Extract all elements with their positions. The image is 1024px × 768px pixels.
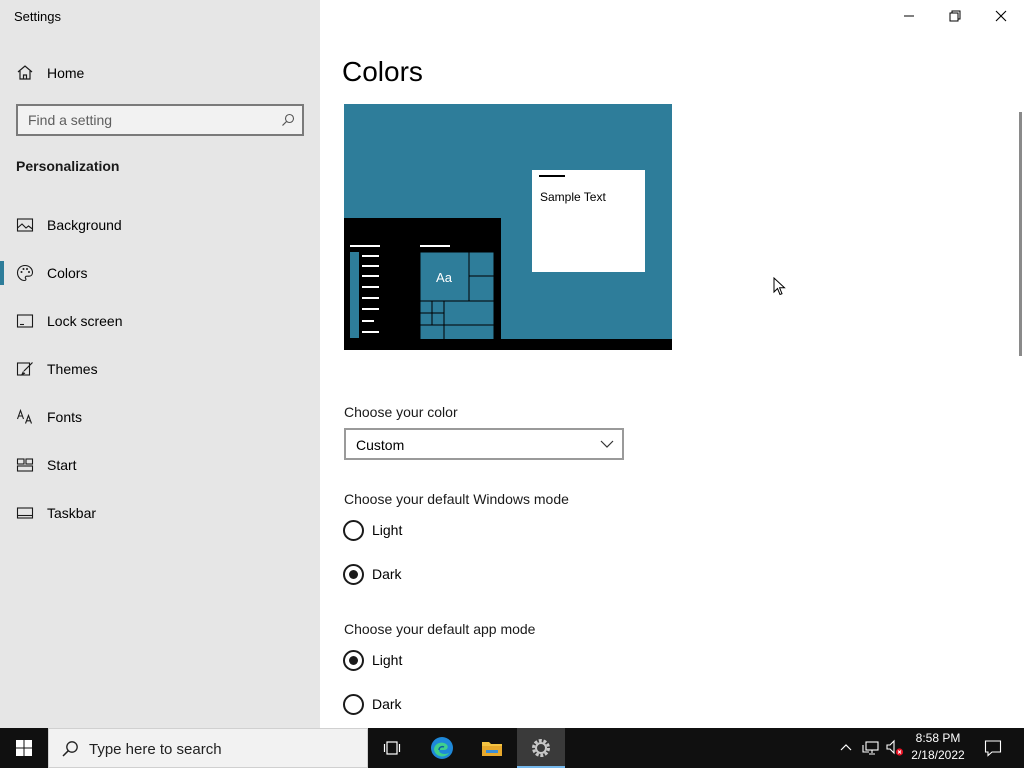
volume-button[interactable] bbox=[884, 728, 906, 768]
edge-button[interactable] bbox=[418, 728, 466, 768]
taskbar-search-box[interactable]: Type here to search bbox=[48, 728, 368, 768]
home-label: Home bbox=[47, 65, 85, 81]
taskbar-search-placeholder: Type here to search bbox=[89, 741, 222, 758]
close-button[interactable] bbox=[978, 0, 1024, 32]
radio-selected-dot bbox=[349, 570, 358, 579]
file-explorer-icon bbox=[482, 742, 502, 756]
start-tiles-icon bbox=[16, 458, 34, 472]
radio-circle[interactable] bbox=[343, 564, 364, 585]
sidebar-item-label: Colors bbox=[47, 265, 88, 281]
sidebar-item-colors[interactable]: Colors bbox=[0, 253, 320, 293]
taskbar: Type here to search 8:58 PM 2/18/2022 bbox=[0, 728, 1024, 768]
preview-tile-text: Aa bbox=[436, 270, 453, 285]
sidebar-item-label: Lock screen bbox=[47, 313, 123, 329]
clock-time: 8:58 PM bbox=[915, 731, 961, 745]
preview-sample-text: Sample Text bbox=[540, 190, 606, 204]
scrollbar[interactable] bbox=[1016, 112, 1024, 728]
file-explorer-button[interactable] bbox=[468, 728, 516, 768]
radio-selected-dot bbox=[349, 656, 358, 665]
network-icon bbox=[862, 741, 879, 755]
radio-circle[interactable] bbox=[343, 650, 364, 671]
restore-button[interactable] bbox=[932, 0, 978, 32]
chevron-up-icon bbox=[840, 744, 852, 751]
lock-screen-icon bbox=[16, 314, 34, 328]
start-button[interactable] bbox=[0, 728, 48, 768]
palette-icon bbox=[16, 264, 34, 282]
app-mode-light-radio[interactable]: Light bbox=[343, 649, 543, 673]
sidebar-item-label: Background bbox=[47, 217, 122, 233]
windows-logo-icon bbox=[16, 740, 32, 756]
sidebar-item-lock-screen[interactable]: Lock screen bbox=[0, 301, 320, 341]
sidebar-item-start[interactable]: Start bbox=[0, 445, 320, 485]
color-preview: Sample Text Aa bbox=[344, 104, 672, 350]
sidebar: Settings Home Personalization Background… bbox=[0, 0, 320, 728]
volume-muted-icon bbox=[886, 739, 904, 756]
app-mode-dark-radio[interactable]: Dark bbox=[343, 693, 543, 717]
choose-color-dropdown[interactable]: Custom bbox=[344, 428, 624, 460]
taskbar-icon bbox=[16, 507, 34, 519]
search-icon bbox=[62, 741, 78, 757]
minimize-icon bbox=[904, 15, 914, 17]
sidebar-item-taskbar[interactable]: Taskbar bbox=[0, 493, 320, 533]
choose-color-label: Choose your color bbox=[344, 404, 458, 420]
settings-icon bbox=[532, 739, 550, 757]
clock[interactable]: 8:58 PM 2/18/2022 bbox=[905, 730, 971, 766]
find-setting-input[interactable] bbox=[28, 111, 268, 129]
windows-mode-label: Choose your default Windows mode bbox=[344, 491, 569, 507]
settings-app-button[interactable] bbox=[517, 728, 565, 768]
app-title: Settings bbox=[14, 9, 61, 24]
restore-icon bbox=[949, 10, 961, 22]
windows-mode-dark-radio[interactable]: Dark bbox=[343, 563, 543, 587]
mouse-cursor-icon bbox=[773, 277, 786, 296]
active-indicator bbox=[0, 261, 4, 285]
home-link[interactable]: Home bbox=[0, 57, 320, 89]
fonts-icon bbox=[16, 408, 33, 424]
notification-icon bbox=[984, 740, 1002, 757]
radio-label: Light bbox=[372, 652, 403, 668]
task-view-icon bbox=[383, 741, 401, 755]
clock-date: 2/18/2022 bbox=[911, 748, 965, 762]
app-mode-label: Choose your default app mode bbox=[344, 621, 536, 637]
search-icon[interactable] bbox=[281, 113, 295, 127]
show-hidden-icons-button[interactable] bbox=[836, 728, 856, 768]
radio-label: Light bbox=[372, 522, 403, 538]
preview-window bbox=[532, 170, 645, 272]
windows-mode-light-radio[interactable]: Light bbox=[343, 519, 543, 543]
scrollbar-thumb[interactable] bbox=[1019, 112, 1022, 356]
preview-taskbar bbox=[344, 339, 672, 350]
sidebar-item-background[interactable]: Background bbox=[0, 205, 320, 245]
home-icon bbox=[17, 65, 33, 80]
task-view-button[interactable] bbox=[368, 728, 416, 768]
radio-circle[interactable] bbox=[343, 520, 364, 541]
sidebar-item-label: Fonts bbox=[47, 409, 83, 425]
minimize-button[interactable] bbox=[886, 0, 932, 32]
sidebar-item-fonts[interactable]: Fonts bbox=[0, 397, 320, 437]
edge-icon bbox=[431, 737, 453, 759]
chevron-down-icon bbox=[600, 440, 614, 448]
sidebar-item-label: Themes bbox=[47, 361, 98, 377]
find-setting-search[interactable] bbox=[16, 104, 304, 136]
network-button[interactable] bbox=[860, 728, 882, 768]
radio-circle[interactable] bbox=[343, 694, 364, 715]
action-center-button[interactable] bbox=[978, 728, 1008, 768]
page-title: Colors bbox=[342, 56, 423, 87]
picture-icon bbox=[16, 218, 34, 232]
radio-label: Dark bbox=[372, 566, 402, 582]
section-title: Personalization bbox=[16, 158, 120, 174]
sidebar-item-label: Taskbar bbox=[47, 505, 97, 521]
choose-color-value: Custom bbox=[356, 437, 405, 453]
sidebar-item-label: Start bbox=[47, 457, 77, 473]
radio-label: Dark bbox=[372, 696, 402, 712]
paintbrush-icon bbox=[16, 362, 33, 376]
sidebar-item-themes[interactable]: Themes bbox=[0, 349, 320, 389]
close-icon bbox=[995, 10, 1007, 22]
